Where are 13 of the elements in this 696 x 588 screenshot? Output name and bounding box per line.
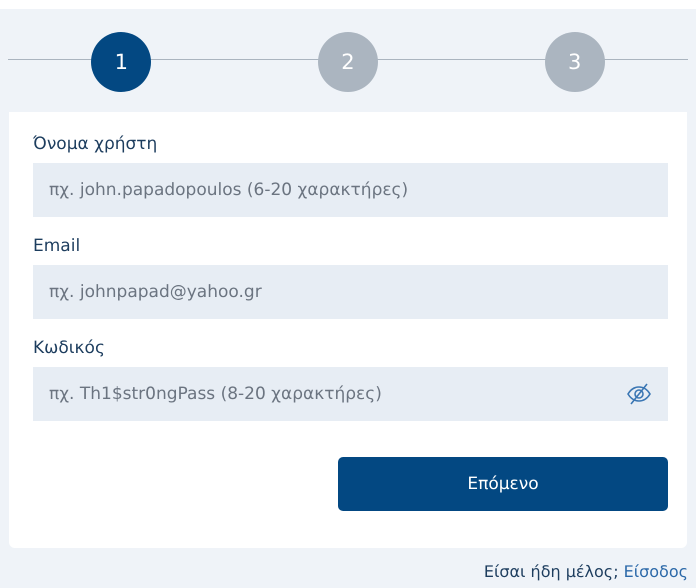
step-indicator: 3 xyxy=(544,32,605,92)
step-indicator: 2 xyxy=(318,32,378,92)
next-button[interactable]: Επόμενο xyxy=(338,457,668,511)
field-label: Κωδικός xyxy=(33,338,106,358)
hidden-eye-icon[interactable] xyxy=(626,382,652,406)
field-label: Όνομα χρήστη xyxy=(33,134,158,154)
field-label: Email xyxy=(33,236,82,256)
input-field[interactable]: πχ. johnpapad@yahoo.gr xyxy=(33,265,668,319)
input-field[interactable]: πχ. Th1$str0ngPass (8-20 χαρακτήρες) xyxy=(33,367,668,421)
step-indicator: 1 xyxy=(91,32,152,92)
member-question: Είσαι ήδη μέλος; xyxy=(484,562,619,581)
login-link[interactable]: Είσοδος xyxy=(624,562,688,581)
input-field[interactable]: πχ. john.papadopoulos (6-20 χαρακτήρες) xyxy=(33,163,668,217)
